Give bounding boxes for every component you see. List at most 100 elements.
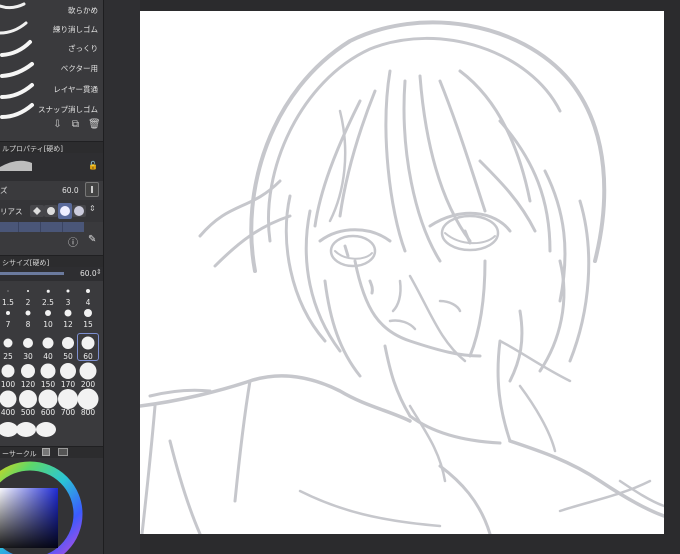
brush-size-option[interactable]: 600 <box>38 389 58 417</box>
stepper-icon[interactable]: ⇕ <box>96 268 102 276</box>
size-dynamics-icon[interactable] <box>85 182 99 197</box>
eraser-item-soft[interactable]: 軟らかめ <box>0 0 103 20</box>
size-value[interactable]: 60.0 <box>62 186 79 195</box>
brush-size-option[interactable]: 12 <box>58 308 78 330</box>
brush-size-option[interactable]: 8 <box>18 308 38 330</box>
lock-icon[interactable]: 🔓 <box>88 161 98 170</box>
antialias-medium-option[interactable] <box>58 203 72 219</box>
brush-size-option[interactable]: 200 <box>78 362 98 389</box>
eraser-item-vector[interactable]: ベクター用 <box>0 58 103 78</box>
brush-size-option[interactable]: 15 <box>78 308 98 330</box>
color-wheel[interactable] <box>0 458 104 554</box>
duplicate-icon[interactable]: ⧉ <box>70 119 81 131</box>
brush-size-option[interactable]: 60 <box>77 333 99 361</box>
brush-size-label: 7 <box>5 320 11 329</box>
brush-size-dot-icon <box>64 309 72 317</box>
brush-size-dot-icon <box>84 309 92 317</box>
brush-size-label: 15 <box>83 320 93 329</box>
brush-size-slider-row: 60.0 ⇕ <box>0 267 103 281</box>
eraser-label: ベクター用 <box>60 64 98 73</box>
eraser-item-rough[interactable]: ざっくり <box>0 38 103 58</box>
brush-size-label: 500 <box>20 408 36 417</box>
brush-size-label: 50 <box>63 352 73 361</box>
import-icon[interactable]: ⇩ <box>52 119 63 131</box>
brush-size-dot-icon <box>27 290 29 292</box>
brush-size-option[interactable]: 1.5 <box>0 286 18 308</box>
tool-property-header[interactable]: ルプロパティ[硬め] <box>0 141 103 153</box>
stroke-preview-icon <box>0 83 34 99</box>
eraser-item-snap[interactable]: スナップ消しゴム <box>0 99 103 119</box>
brush-size-label: 4 <box>85 298 91 307</box>
brush-size-label: 400 <box>0 408 16 417</box>
brush-size-option[interactable]: 150 <box>38 362 58 389</box>
brush-size-option[interactable]: 500 <box>18 390 38 417</box>
clip-studio-app: 軟らかめ 練り消しゴム ざっくり ベクター用 レイヤー貫通 スナップ消しゴム ⇩… <box>0 0 680 554</box>
brush-size-option[interactable]: 400 <box>0 390 18 417</box>
color-circle-tab-icon[interactable] <box>42 448 50 456</box>
brush-size-label: 150 <box>40 380 56 389</box>
antialias-row: リアス ⇕ <box>0 200 103 222</box>
brush-size-option[interactable]: 800 <box>77 388 99 417</box>
brush-size-option[interactable]: 30 <box>18 334 38 361</box>
brush-size-dot-icon <box>3 338 13 348</box>
brush-size-option[interactable]: 40 <box>38 334 58 361</box>
brush-size-header[interactable]: シサイズ[硬め] <box>0 255 103 267</box>
brush-size-dot-icon <box>60 363 76 379</box>
brush-size-dot-icon <box>86 289 90 293</box>
brush-size-option[interactable]: 10 <box>38 308 58 330</box>
eraser-item-layer-through[interactable]: レイヤー貫通 <box>0 79 103 99</box>
brush-size-option[interactable]: 120 <box>18 362 38 389</box>
brush-size-label: 30 <box>23 352 33 361</box>
brush-size-label: 800 <box>80 408 96 417</box>
eraser-label: 軟らかめ <box>68 6 98 15</box>
brush-size-dot-icon <box>6 311 10 315</box>
brush-size-dot-icon <box>46 289 50 293</box>
brush-size-option[interactable]: 50 <box>58 334 78 361</box>
stroke-preview-icon <box>0 62 34 78</box>
stepper-icon[interactable]: ⇕ <box>89 204 96 213</box>
brush-size-label: 170 <box>60 380 76 389</box>
eraser-label: 練り消しゴム <box>53 25 98 34</box>
size-label: ズ <box>0 186 8 195</box>
brush-size-dot-icon <box>66 289 70 293</box>
color-circle-header[interactable]: ーサークル <box>0 446 103 458</box>
brush-size-label: 12 <box>63 320 73 329</box>
brush-size-dot-icon <box>21 364 35 378</box>
brush-size-large-dot-icon[interactable] <box>16 422 36 437</box>
eraser-item-kneaded[interactable]: 練り消しゴム <box>0 19 103 39</box>
brush-size-option[interactable]: 2.5 <box>38 286 58 308</box>
stroke-preview-icon <box>0 40 32 57</box>
brush-size-value[interactable]: 60.0 <box>80 269 97 278</box>
color-history-tab-icon[interactable] <box>58 448 68 456</box>
brush-size-dot-icon <box>40 363 56 379</box>
brush-size-option[interactable]: 4 <box>78 286 98 308</box>
antialias-none-option[interactable] <box>30 205 44 217</box>
antialias-label: リアス <box>0 207 23 216</box>
brush-size-label: 25 <box>3 352 13 361</box>
drawing-canvas[interactable] <box>140 11 664 534</box>
brush-size-option[interactable]: 100 <box>0 362 18 389</box>
stroke-preview-icon <box>0 103 34 119</box>
brush-size-option[interactable]: 3 <box>58 286 78 308</box>
trash-icon[interactable]: 🗑 <box>88 119 101 131</box>
stroke-preview-icon <box>0 2 26 10</box>
brush-size-dot-icon <box>19 390 37 408</box>
brush-size-dot-icon <box>58 389 78 409</box>
brush-size-option[interactable]: 2 <box>18 286 38 308</box>
wrench-icon[interactable]: ✎ <box>88 234 96 245</box>
brush-size-dot-icon <box>7 290 9 292</box>
brush-size-option[interactable]: 700 <box>58 389 78 417</box>
brush-preview-row: 🔓 <box>0 153 103 181</box>
canvas-right-margin <box>668 0 680 554</box>
info-icon[interactable]: ⓘ <box>68 234 78 249</box>
antialias-strong-option[interactable] <box>72 205 86 217</box>
brush-size-option[interactable]: 7 <box>0 308 18 330</box>
brush-size-option[interactable]: 25 <box>0 334 18 361</box>
brush-size-option[interactable]: 170 <box>58 362 78 389</box>
brush-size-slider[interactable] <box>0 272 64 275</box>
brush-size-dot-icon <box>81 336 95 350</box>
antialias-weak-option[interactable] <box>44 205 58 217</box>
brush-size-large-dot-icon[interactable] <box>36 422 56 437</box>
brush-size-dot-icon <box>45 310 51 316</box>
hardness-slider[interactable] <box>0 222 84 232</box>
